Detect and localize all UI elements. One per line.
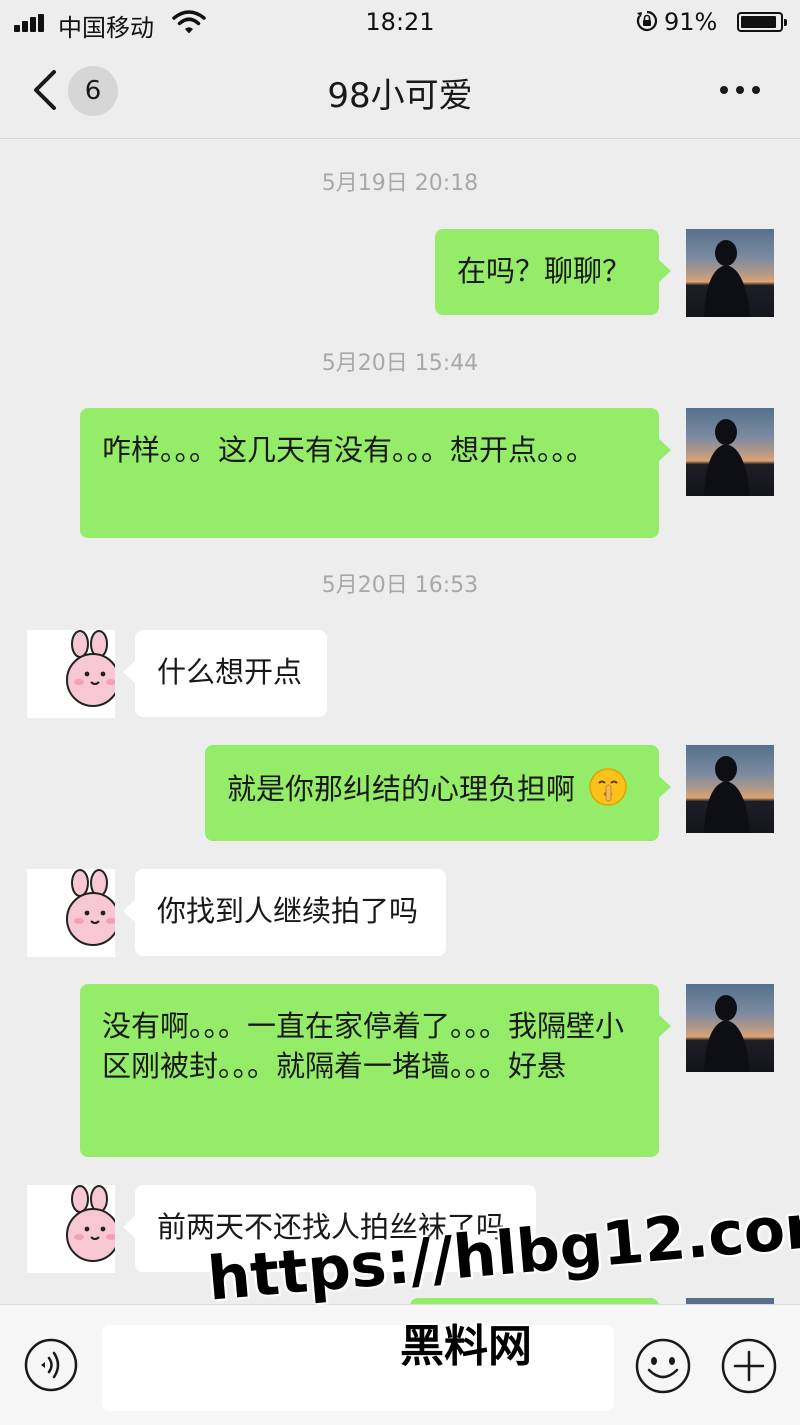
person-silhouette-icon xyxy=(704,995,750,1072)
person-silhouette-icon xyxy=(704,240,750,317)
message-text: 什么想开点 xyxy=(157,655,303,689)
my-avatar[interactable] xyxy=(686,408,774,496)
contact-message-bubble[interactable]: 你找到人继续拍了吗 xyxy=(123,869,446,956)
more-icon[interactable] xyxy=(720,86,760,96)
my-avatar[interactable] xyxy=(686,229,774,317)
battery-icon xyxy=(737,12,787,32)
bunny-icon xyxy=(66,1185,115,1262)
message-timestamp: 5月19日 20:18 xyxy=(321,171,479,196)
contact-avatar[interactable] xyxy=(27,630,115,718)
my-message-bubble[interactable]: 就是你那纠结的心理负担啊 xyxy=(205,745,671,841)
my-message-bubble[interactable]: 咋样。。。这几天有没有。。。想开点。。。 xyxy=(80,408,671,538)
chat-header: 6 98小可爱 xyxy=(0,46,800,139)
message-text: 咋样。。。这几天有没有。。。想开点。。。 xyxy=(102,433,596,467)
bunny-icon xyxy=(66,630,115,707)
message-timestamp: 5月20日 16:53 xyxy=(321,573,479,598)
contact-avatar[interactable] xyxy=(27,869,115,957)
emoji-icon[interactable] xyxy=(634,1337,692,1395)
message-text: 在吗？聊聊？ xyxy=(457,254,632,288)
person-silhouette-icon xyxy=(704,756,750,833)
message-text: 就是你那纠结的心理负担啊 xyxy=(227,772,576,806)
person-silhouette-icon xyxy=(704,419,750,496)
voice-icon[interactable] xyxy=(23,1337,79,1393)
message-input[interactable] xyxy=(102,1325,614,1411)
status-bar: 中国移动 18:21 91% xyxy=(0,0,800,46)
my-message-bubble[interactable]: 在吗？聊聊？ xyxy=(435,229,671,315)
shushing-face-emoji xyxy=(589,768,627,806)
rotation-lock-icon xyxy=(636,10,658,32)
message-text: 没有啊。。。一直在家停着了。。。我隔壁小区刚被封。。。就隔着一堵墙。。。好悬 xyxy=(102,1009,625,1083)
my-avatar[interactable] xyxy=(686,745,774,833)
plus-icon[interactable] xyxy=(720,1337,778,1395)
chat-title: 98小可爱 xyxy=(327,76,473,116)
message-timestamp: 5月20日 15:44 xyxy=(321,351,479,376)
my-message-bubble[interactable]: 没有啊。。。一直在家停着了。。。我隔壁小区刚被封。。。就隔着一堵墙。。。好悬 xyxy=(80,984,671,1157)
battery-percent: 91% xyxy=(664,8,718,36)
contact-message-bubble[interactable]: 什么想开点 xyxy=(123,630,327,717)
message-text: 你找到人继续拍了吗 xyxy=(157,894,419,928)
contact-avatar[interactable] xyxy=(27,1185,115,1273)
my-avatar[interactable] xyxy=(686,984,774,1072)
bunny-icon xyxy=(66,869,115,946)
watermark-site-name: 黑料网 xyxy=(400,1321,532,1372)
